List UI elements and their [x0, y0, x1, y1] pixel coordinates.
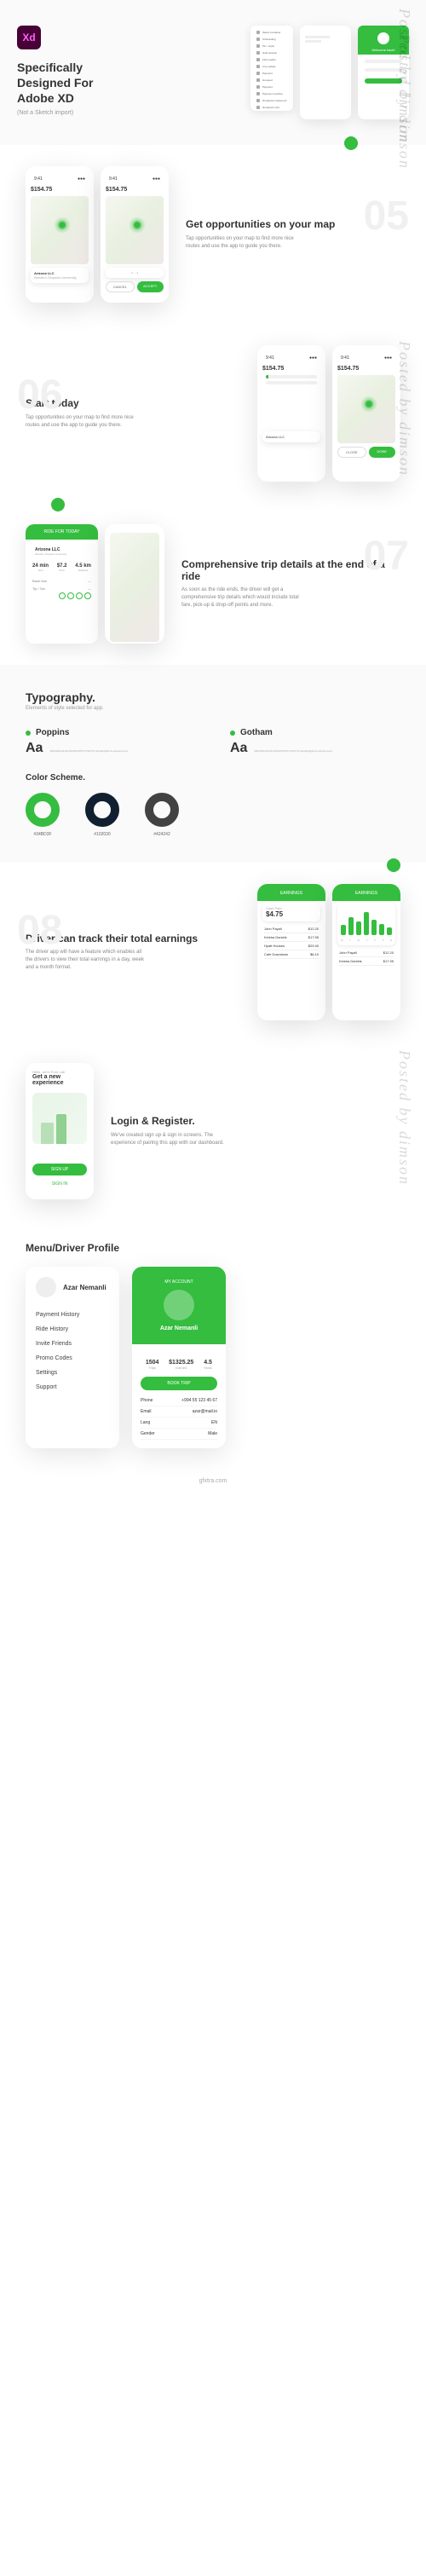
tag-icon: [59, 592, 66, 599]
section-body: Tap opportunities on your map to find mo…: [186, 235, 305, 251]
map-phone-4: 9:41●●● $154.75 CLOSE DONE: [332, 345, 400, 482]
earnings-phone-1: EARNINGS Cash Paid $4.75 John Payall$12.…: [257, 884, 325, 1020]
trip-details-card: RIDE FOR TODAY Arizona LLC Western Grays…: [26, 524, 98, 644]
map-phone-1: 9:41●●● $154.75 Arizona LLC Western Gray…: [26, 166, 94, 303]
typography-section: Typography. Elements of style selected f…: [0, 665, 426, 863]
color-swatch-green: #34BD3F: [26, 793, 60, 837]
signin-button[interactable]: SIGN IN: [32, 1178, 87, 1190]
menu-profile-section: Menu/Driver Profile Azar Nemanli Payment…: [0, 1221, 426, 1470]
avatar: [164, 1290, 194, 1320]
adobe-xd-badge: Xd: [17, 26, 41, 49]
accent-dot: [344, 136, 358, 150]
dropdown-item: Select container: [254, 29, 290, 36]
map-pin-icon: [54, 217, 71, 234]
section-07: RIDE FOR TODAY Arizona LLC Western Grays…: [0, 503, 426, 665]
watermark: Posted by dimson: [395, 34, 413, 170]
section-number: 05: [364, 193, 409, 240]
menu-item-promo-codes[interactable]: Promo Codes: [36, 1351, 109, 1366]
menu-item-ride-history[interactable]: Ride History: [36, 1322, 109, 1337]
signup-button[interactable]: SIGN UP: [32, 1164, 87, 1175]
trip-map-phone: [105, 524, 164, 644]
welcome-mockup: [300, 26, 351, 119]
book-trip-button[interactable]: BOOK TRIP: [141, 1377, 217, 1390]
avatar: [36, 1277, 56, 1297]
map-phone-2: 9:41●●● $154.75 ● — ● CANCEL ACCEPT: [101, 166, 169, 303]
footer-link[interactable]: gfxtra.com: [0, 1470, 426, 1493]
profile-card: MY ACCOUNT Azar Nemanli 1504Trips $1325.…: [132, 1267, 226, 1448]
login-section: Hello, we're Pure Lab Get a new experien…: [0, 1042, 426, 1221]
earnings-phone-2: EARNINGS MTWTFSS John Payall$12.20 Keish: [332, 884, 400, 1020]
hero-subtitle: (Not a Sketch import): [17, 110, 119, 116]
hero-section: Xd Specifically Designed For Adobe XD (N…: [0, 0, 426, 145]
earnings-bar-chart: [341, 910, 392, 935]
close-button[interactable]: CLOSE: [337, 447, 366, 458]
typography-title: Typography.: [26, 690, 400, 704]
hero-title: Specifically Designed For Adobe XD: [17, 60, 119, 107]
color-swatch-navy: #102030: [85, 793, 119, 837]
accept-button[interactable]: ACCEPT: [137, 281, 164, 292]
menu-item-payment-history[interactable]: Payment History: [36, 1308, 109, 1322]
menu-item-settings[interactable]: Settings: [36, 1366, 109, 1380]
dropdown-mockup: Select container Onboarding Pin / unpin …: [250, 26, 293, 111]
done-button[interactable]: DONE: [369, 447, 396, 458]
menu-drawer: Azar Nemanli Payment History Ride Histor…: [26, 1267, 119, 1448]
color-swatch-grey: #424242: [145, 793, 179, 837]
section-05: 9:41●●● $154.75 Arizona LLC Western Gray…: [0, 145, 426, 324]
section-06: 9:41●●● $154.75 Arizona LLC 9:41●●● $154…: [0, 324, 426, 503]
font-poppins: Poppins AaABCDEFGHIJKLMNOPQRSTUVWXYZ abc…: [26, 728, 196, 756]
section-08: EARNINGS Cash Paid $4.75 John Payall$12.…: [0, 863, 426, 1042]
cancel-button[interactable]: CANCEL: [106, 281, 135, 292]
font-gotham: Gotham AaABCDEFGHIJKLMNOPQRSTUVWXYZ abcd…: [230, 728, 400, 756]
menu-item-support[interactable]: Support: [36, 1380, 109, 1395]
color-scheme-title: Color Scheme.: [26, 773, 400, 783]
hero-mockups: Select container Onboarding Pin / unpin …: [132, 26, 409, 119]
accent-dot: [387, 858, 400, 872]
city-illustration: [32, 1093, 87, 1144]
map-phone-3: 9:41●●● $154.75 Arizona LLC: [257, 345, 325, 482]
login-phone: Hello, we're Pure Lab Get a new experien…: [26, 1063, 94, 1199]
menu-item-invite-friends[interactable]: Invite Friends: [36, 1337, 109, 1351]
watermark: Posted by dimson: [395, 341, 413, 477]
